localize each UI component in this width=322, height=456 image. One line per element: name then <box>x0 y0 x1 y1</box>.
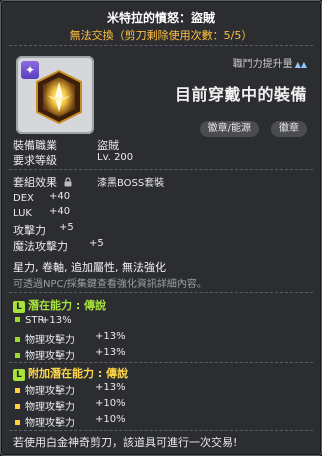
stat-up-label: 職鬥力提升量 ▲▲ <box>232 59 307 70</box>
bonus-potential-line: 物理攻擊力 +13% <box>15 382 126 397</box>
trade-footer: 若使用白金神奇剪刀，該道具可進行一次交易! <box>13 436 238 449</box>
divider <box>9 362 313 363</box>
divider <box>9 430 313 431</box>
set-effect: 套組效果 漆黑BOSS套裝 <box>13 176 165 189</box>
stat-luk: LUK +40 <box>13 206 71 219</box>
lock-icon <box>64 177 71 187</box>
equipped-label: 目前穿戴中的裝備 <box>174 85 307 104</box>
divider <box>9 292 313 293</box>
potential-line: STR +13% <box>15 315 72 326</box>
item-icon-frame: ✦ <box>16 56 94 134</box>
potential-header: L 潛在能力 : 傳說 <box>13 297 106 313</box>
divider <box>9 169 313 170</box>
emblem-icon <box>36 70 82 124</box>
potential-line: 物理攻擊力 +13% <box>15 347 126 362</box>
bonus-potential-header: L 附加潛在能力 : 傳說 <box>13 365 128 381</box>
enhance-properties: 星力, 卷軸, 追加屬性, 無法強化 <box>13 261 166 274</box>
trade-note: 無法交換（剪刀剩除使用次數：5/5） <box>69 29 253 42</box>
bonus-potential-line: 物理攻擊力 +10% <box>15 414 126 429</box>
item-name: 米特拉的憤怒：盜賊 <box>106 11 215 25</box>
req-job: 裝備職業 盜賊 <box>13 139 119 152</box>
legendary-badge: L <box>13 369 25 381</box>
stat-attack: 攻擊力 +5 <box>13 222 74 237</box>
bonus-potential-line: 物理攻擊力 +10% <box>15 398 126 413</box>
tag-badge: 徽章 <box>271 121 307 137</box>
stat-magic-attack: 魔法攻擊力 +5 <box>13 238 104 253</box>
req-level: 要求等級 Lv. 200 <box>13 152 134 167</box>
divider <box>9 45 313 46</box>
tag-badge-energy: 徽章/能源 <box>199 121 259 137</box>
potential-line: 物理攻擊力 +13% <box>15 331 126 346</box>
npc-note: 可透過NPC/採集鍵查看強化資訊詳細內容。 <box>13 279 207 290</box>
item-tooltip: 米特拉的憤怒：盜賊 無法交換（剪刀剩除使用次數：5/5） ✦ 職鬥力提升量 ▲▲ … <box>0 0 322 456</box>
stat-dex: DEX +40 <box>13 191 71 204</box>
legendary-badge: L <box>13 301 25 313</box>
